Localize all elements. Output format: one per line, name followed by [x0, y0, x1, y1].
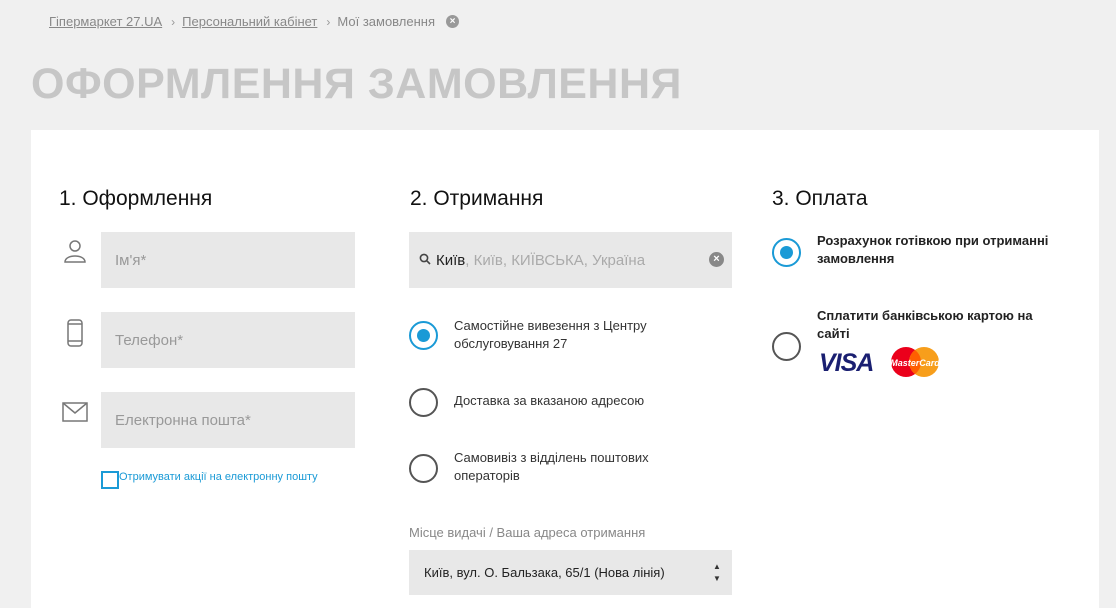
section-title-payment: 3. Оплата	[772, 187, 868, 210]
chevron-down-icon[interactable]: ▼	[713, 573, 721, 585]
delivery-option-pickup-radio[interactable]	[409, 321, 438, 350]
email-placeholder: Електронна пошта*	[115, 411, 251, 429]
delivery-option-address-radio[interactable]	[409, 388, 438, 417]
payment-option-cash-label[interactable]: Розрахунок готівкою при отриманні замовл…	[817, 232, 1057, 268]
chevron-right-icon: ›	[171, 14, 176, 29]
visa-logo: VISA	[819, 349, 874, 377]
payment-option-cash-radio[interactable]	[772, 238, 801, 267]
section-title-delivery: 2. Отримання	[410, 187, 544, 210]
svg-text:MasterCard: MasterCard	[890, 358, 940, 368]
delivery-option-post-radio[interactable]	[409, 454, 438, 483]
pickup-location-label: Місце видачі / Ваша адреса отримання	[409, 525, 646, 540]
select-stepper[interactable]: ▲ ▼	[702, 550, 732, 595]
breadcrumb-link-home[interactable]: Гіпермаркет 27.UA	[49, 14, 162, 29]
subscribe-label[interactable]: Отримувати акції на електронну пошту	[119, 471, 318, 483]
delivery-option-address-label[interactable]: Доставка за вказаною адресою	[454, 392, 644, 410]
delivery-option-post-label[interactable]: Самовивіз з відділень поштових операторі…	[454, 449, 704, 485]
section-title-details: 1. Оформлення	[59, 187, 213, 210]
name-placeholder: Ім'я*	[115, 251, 147, 269]
breadcrumb-current: Мої замовлення	[337, 14, 435, 29]
close-icon[interactable]: ×	[709, 252, 724, 267]
phone-placeholder: Телефон*	[115, 331, 184, 349]
user-icon	[62, 238, 88, 269]
mastercard-logo: MasterCard	[888, 346, 942, 378]
name-field[interactable]: Ім'я*	[101, 232, 355, 288]
breadcrumb: Гіпермаркет 27.UA › Персональний кабінет…	[49, 14, 459, 29]
payment-option-card-label[interactable]: Сплатити банківською картою на сайті	[817, 307, 1047, 343]
pickup-location-select[interactable]: Київ, вул. О. Бальзака, 65/1 (Нова лінія…	[409, 550, 732, 595]
pickup-location-value: Київ, вул. О. Бальзака, 65/1 (Нова лінія…	[424, 565, 665, 580]
checkout-card: 1. Оформлення Ім'я* Телефон* Електронна …	[31, 130, 1099, 608]
phone-icon	[66, 319, 84, 352]
search-icon	[419, 252, 431, 269]
chevron-up-icon[interactable]: ▲	[713, 561, 721, 573]
payment-option-card-radio[interactable]	[772, 332, 801, 361]
delivery-option-pickup-label[interactable]: Самостійне вивезення з Центру обслуговув…	[454, 317, 684, 353]
chevron-right-icon: ›	[326, 14, 331, 29]
email-field[interactable]: Електронна пошта*	[101, 392, 355, 448]
mail-icon	[62, 402, 88, 427]
breadcrumb-link-cabinet[interactable]: Персональний кабінет	[182, 14, 317, 29]
city-suggestion-text: , Київ, КИЇВСЬКА, Україна	[465, 251, 646, 269]
city-typed-text: Київ	[436, 251, 466, 269]
city-search-input[interactable]: Київ , Київ, КИЇВСЬКА, Україна ×	[409, 232, 732, 288]
close-icon[interactable]: ×	[446, 15, 459, 28]
page-title: ОФОРМЛЕННЯ ЗАМОВЛЕННЯ	[31, 60, 682, 108]
subscribe-checkbox[interactable]	[101, 471, 119, 489]
phone-field[interactable]: Телефон*	[101, 312, 355, 368]
